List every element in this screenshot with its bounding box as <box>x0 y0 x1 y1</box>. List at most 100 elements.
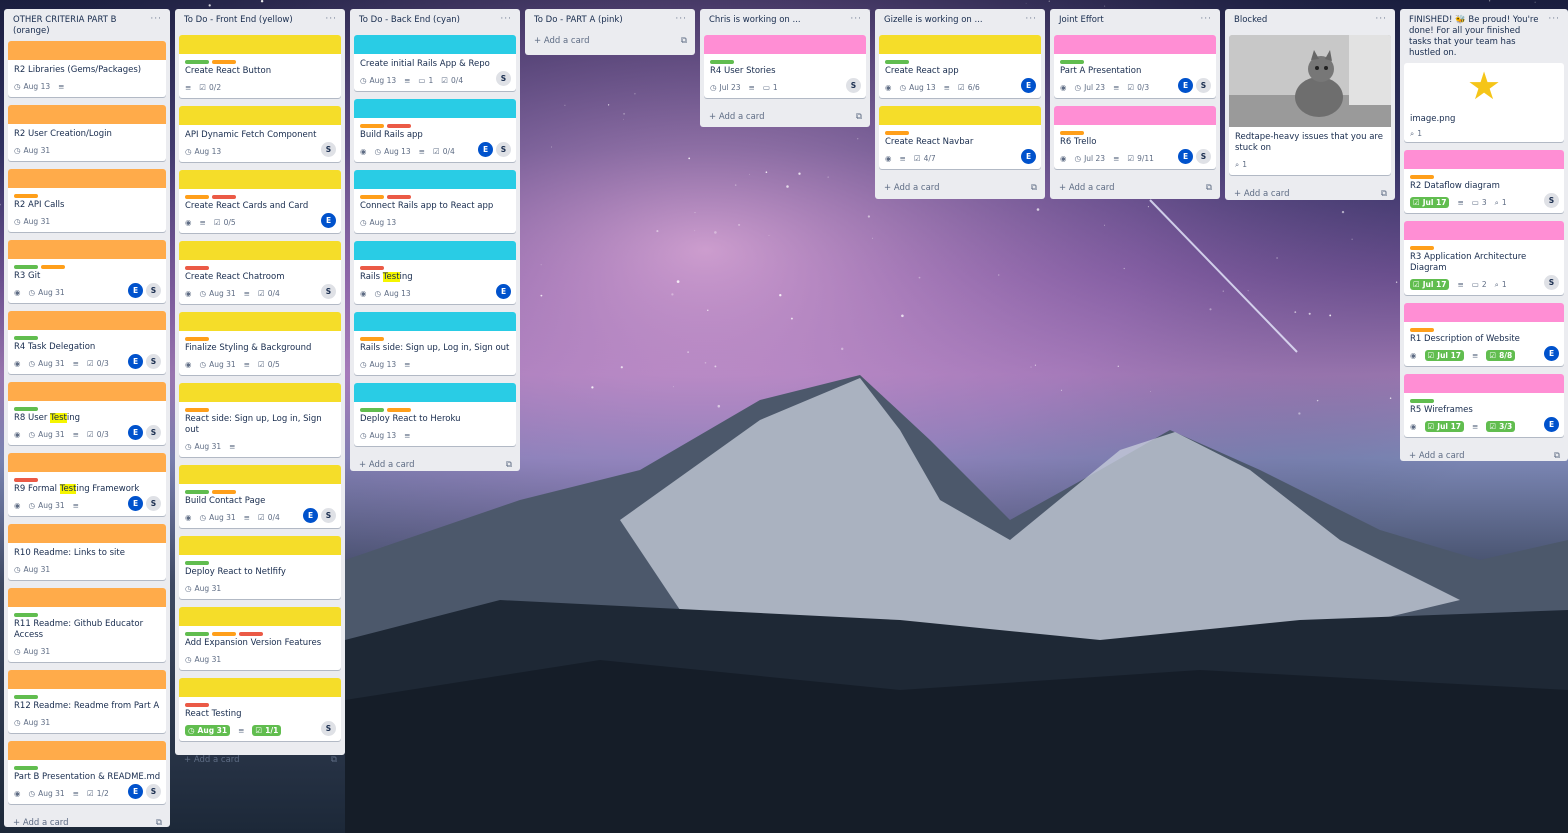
list-title[interactable]: Joint Effort <box>1059 15 1104 26</box>
template-icon[interactable]: ⧉ <box>156 818 162 828</box>
template-icon[interactable]: ⧉ <box>1381 189 1387 199</box>
card[interactable]: React side: Sign up, Log in, Sign out ◷ A… <box>179 383 341 457</box>
card[interactable]: Create React app ◉ ◷ Aug 13 ≡ ☑ 6/6 E <box>879 35 1041 98</box>
card[interactable]: R6 Trello ◉ ◷ Jul 23 ≡ ☑ 9/11 ES <box>1054 106 1216 169</box>
add-card-button[interactable]: + Add a card ⧉ <box>354 454 516 474</box>
card[interactable]: R2 Libraries (Gems/Packages) ◷ Aug 13 ≡ <box>8 41 166 97</box>
list-title[interactable]: Chris is working on ... <box>709 15 801 26</box>
card[interactable]: ★ image.png ⌕ 1 <box>1404 63 1564 142</box>
avatar[interactable]: S <box>146 354 161 369</box>
card[interactable]: Rails side: Sign up, Log in, Sign out ◷ A… <box>354 312 516 375</box>
card[interactable]: R3 Application Architecture Diagram ☑ Jul… <box>1404 221 1564 295</box>
card[interactable]: Deploy React to Heroku ◷ Aug 13 ≡ <box>354 383 516 446</box>
list-menu-icon[interactable]: ··· <box>150 15 162 24</box>
avatar[interactable]: E <box>496 284 511 299</box>
card[interactable]: React Testing ◷ Aug 31 ≡ ☑ 1/1 S <box>179 678 341 741</box>
card[interactable]: R10 Readme: Links to site ◷ Aug 31 <box>8 524 166 580</box>
add-card-button[interactable]: + Add a card ⧉ <box>1229 183 1391 203</box>
list-title[interactable]: To Do - Front End (yellow) <box>184 15 293 26</box>
card[interactable]: Create React Cards and Card ◉ ≡ ☑ 0/5 E <box>179 170 341 233</box>
add-card-button[interactable]: + Add a card ⧉ <box>879 177 1041 197</box>
list-menu-icon[interactable]: ··· <box>850 15 862 24</box>
avatar[interactable]: E <box>128 283 143 298</box>
avatar[interactable]: S <box>321 142 336 157</box>
card[interactable]: R3 Git ◉ ◷ Aug 31 ES <box>8 240 166 303</box>
add-card-button[interactable]: + Add a card ⧉ <box>1054 177 1216 197</box>
list-menu-icon[interactable]: ··· <box>325 15 337 24</box>
template-icon[interactable]: ⧉ <box>506 460 512 470</box>
card[interactable]: Build Contact Page ◉ ◷ Aug 31 ≡ ☑ 0/4 ES <box>179 465 341 528</box>
card[interactable]: R1 Description of Website ◉ ☑ Jul 17 ≡ ☑ 8/8 … <box>1404 303 1564 366</box>
card[interactable]: R12 Readme: Readme from Part A ◷ Aug 31 <box>8 670 166 733</box>
avatar[interactable]: E <box>478 142 493 157</box>
card[interactable]: Part B Presentation & README.md ◉ ◷ Aug 31… <box>8 741 166 804</box>
avatar[interactable]: S <box>146 496 161 511</box>
list-menu-icon[interactable]: ··· <box>500 15 512 24</box>
avatar[interactable]: S <box>321 508 336 523</box>
template-icon[interactable]: ⧉ <box>856 112 862 122</box>
template-icon[interactable]: ⧉ <box>1554 451 1560 461</box>
avatar[interactable]: E <box>303 508 318 523</box>
avatar[interactable]: E <box>128 354 143 369</box>
card[interactable]: R5 Wireframes ◉ ☑ Jul 17 ≡ ☑ 3/3 E <box>1404 374 1564 437</box>
list-title[interactable]: FINISHED! 🐝 Be proud! You're done! For a… <box>1409 15 1539 59</box>
avatar[interactable]: S <box>1544 193 1559 208</box>
template-icon[interactable]: ⧉ <box>1031 183 1037 193</box>
avatar[interactable]: E <box>128 425 143 440</box>
list-title[interactable]: Blocked <box>1234 15 1267 26</box>
avatar[interactable]: E <box>1178 149 1193 164</box>
add-card-button[interactable]: + Add a card ⧉ <box>8 812 166 832</box>
list-title[interactable]: To Do - Back End (cyan) <box>359 15 460 26</box>
avatar[interactable]: S <box>146 784 161 799</box>
list-menu-icon[interactable]: ··· <box>1375 15 1387 24</box>
avatar[interactable]: S <box>1196 149 1211 164</box>
card[interactable]: Finalize Styling & Background ◉ ◷ Aug 31 ≡ ☑… <box>179 312 341 375</box>
card[interactable]: Create initial Rails App & Repo ◷ Aug 13 ≡… <box>354 35 516 91</box>
list-title[interactable]: To Do - PART A (pink) <box>534 15 623 26</box>
avatar[interactable]: S <box>1544 275 1559 290</box>
card[interactable]: R11 Readme: Github Educator Access ◷ Aug … <box>8 588 166 662</box>
avatar[interactable]: S <box>321 721 336 736</box>
list-menu-icon[interactable]: ··· <box>675 15 687 24</box>
list-menu-icon[interactable]: ··· <box>1025 15 1037 24</box>
avatar[interactable]: S <box>321 284 336 299</box>
avatar[interactable]: E <box>321 213 336 228</box>
avatar[interactable]: E <box>1544 346 1559 361</box>
avatar[interactable]: S <box>496 142 511 157</box>
card[interactable]: R9 Formal Testing Framework ◉ ◷ Aug 31 ≡ ES <box>8 453 166 516</box>
card[interactable]: R2 User Creation/Login ◷ Aug 31 <box>8 105 166 161</box>
list-title[interactable]: OTHER CRITERIA PART B (orange) <box>13 15 143 37</box>
avatar[interactable]: E <box>128 496 143 511</box>
card[interactable]: API Dynamic Fetch Component ◷ Aug 13 S <box>179 106 341 162</box>
card[interactable]: Add Expansion Version Features ◷ Aug 31 <box>179 607 341 670</box>
avatar[interactable]: E <box>1021 78 1036 93</box>
add-card-button[interactable]: + Add a card ⧉ <box>704 106 866 126</box>
card[interactable]: Part A Presentation ◉ ◷ Jul 23 ≡ ☑ 0/3 ES <box>1054 35 1216 98</box>
avatar[interactable]: E <box>128 784 143 799</box>
card[interactable]: Deploy React to Netlfify ◷ Aug 31 <box>179 536 341 599</box>
card[interactable]: Create React Button ≡ ☑ 0/2 <box>179 35 341 98</box>
avatar[interactable]: E <box>1178 78 1193 93</box>
list-menu-icon[interactable]: ··· <box>1200 15 1212 24</box>
avatar[interactable]: E <box>1021 149 1036 164</box>
card[interactable]: R2 API Calls ◷ Aug 31 <box>8 169 166 232</box>
card[interactable]: Build Rails app ◉ ◷ Aug 13 ≡ ☑ 0/4 ES <box>354 99 516 162</box>
add-card-button[interactable]: + Add a card ⧉ <box>1404 445 1564 465</box>
template-icon[interactable]: ⧉ <box>681 36 687 46</box>
card[interactable]: Connect Rails app to React app ◷ Aug 13 <box>354 170 516 233</box>
template-icon[interactable]: ⧉ <box>1206 183 1212 193</box>
card[interactable]: R2 Dataflow diagram ☑ Jul 17 ≡ ▭ 3 ⌕ 1 S <box>1404 150 1564 213</box>
card[interactable]: R4 User Stories ◷ Jul 23 ≡ ▭ 1 S <box>704 35 866 98</box>
list-menu-icon[interactable]: ··· <box>1548 15 1560 24</box>
card[interactable]: Rails Testing ◉ ◷ Aug 13 E <box>354 241 516 304</box>
card[interactable]: Create React Navbar ◉ ≡ ☑ 4/7 E <box>879 106 1041 169</box>
avatar[interactable]: S <box>1196 78 1211 93</box>
avatar[interactable]: S <box>146 425 161 440</box>
add-card-button[interactable]: + Add a card ⧉ <box>529 30 691 50</box>
avatar[interactable]: S <box>496 71 511 86</box>
list-title[interactable]: Gizelle is working on ... <box>884 15 983 26</box>
card[interactable]: Create React Chatroom ◉ ◷ Aug 31 ≡ ☑ 0/4 S <box>179 241 341 304</box>
template-icon[interactable]: ⧉ <box>331 755 337 765</box>
avatar[interactable]: E <box>1544 417 1559 432</box>
add-card-button[interactable]: + Add a card ⧉ <box>179 749 341 769</box>
